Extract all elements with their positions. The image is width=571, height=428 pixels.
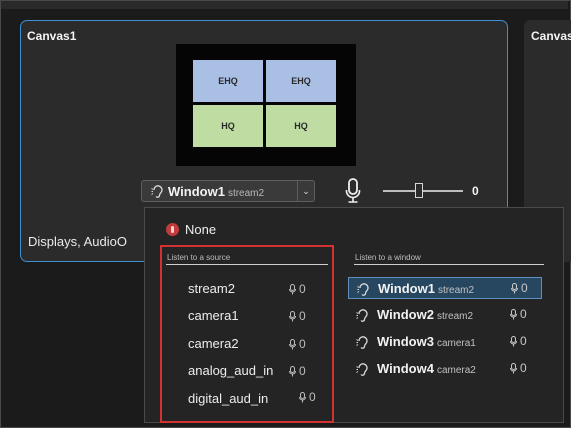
window-stream: camera1 (436, 338, 476, 349)
window-item-selected[interactable]: Window1 stream2 0 (348, 277, 542, 299)
canvas-title: Canvas1 (27, 29, 77, 43)
preview-cell: HQ (193, 105, 263, 147)
layout-preview[interactable]: EHQ EHQ HQ HQ (176, 44, 356, 166)
top-bar (1, 1, 568, 9)
window-name: Window4 (377, 361, 434, 376)
window-name: Window3 (377, 334, 434, 349)
chevron-down-icon[interactable]: ⌄ (297, 180, 315, 202)
microphone-icon[interactable] (345, 178, 361, 204)
window-volume-value: 0 (521, 281, 528, 295)
window-item[interactable]: Window2 stream2 0 (348, 304, 542, 326)
ear-icon (151, 185, 163, 198)
canvas-title: Canvas2 (531, 29, 571, 43)
selector-stream-name: stream2 (227, 188, 265, 199)
selector-label: Window1 stream2 (150, 184, 264, 199)
microphone-icon (510, 335, 517, 346)
window-volume-value: 0 (520, 334, 527, 348)
window-item-label: Window2 stream2 (377, 307, 473, 322)
microphone-icon (510, 362, 517, 373)
window-item-label: Window3 camera1 (377, 334, 476, 349)
ear-icon (356, 336, 368, 349)
window-item-label: Window4 camera2 (377, 361, 476, 376)
none-option[interactable]: None (166, 222, 216, 237)
canvas-description: Displays, AudioO (28, 234, 127, 249)
window-item-label: Window1 stream2 (378, 281, 474, 296)
slider-thumb[interactable] (415, 183, 423, 198)
window-stream: camera2 (436, 365, 476, 376)
window-volume: 0 (510, 334, 527, 348)
windows-header: Listen to a window (355, 253, 421, 262)
window-volume-value: 0 (520, 361, 527, 375)
preview-cell: HQ (266, 105, 336, 147)
mute-icon (166, 223, 179, 236)
volume-value: 0 (472, 184, 479, 198)
window-audio-selector[interactable]: Window1 stream2 ⌄ (141, 180, 315, 202)
microphone-icon (511, 282, 518, 293)
none-label: None (185, 222, 217, 237)
divider (354, 264, 544, 265)
preview-cell: EHQ (193, 60, 263, 102)
microphone-icon (510, 308, 517, 319)
preview-cell: EHQ (266, 60, 336, 102)
window-name: Window1 (378, 281, 435, 296)
window-stream: stream2 (437, 285, 475, 296)
ear-icon (356, 363, 368, 376)
window-volume: 0 (510, 307, 527, 321)
ear-icon (357, 283, 369, 296)
sources-highlight-box (160, 245, 334, 423)
slider-track (383, 190, 463, 192)
ear-icon (356, 309, 368, 322)
volume-slider[interactable] (383, 181, 463, 201)
window-volume-value: 0 (520, 307, 527, 321)
window-item[interactable]: Window4 camera2 0 (348, 358, 542, 380)
selector-window-name: Window1 (168, 184, 225, 199)
window-name: Window2 (377, 307, 434, 322)
window-stream: stream2 (436, 311, 474, 322)
window-item[interactable]: Window3 camera1 0 (348, 331, 542, 353)
window-volume: 0 (511, 281, 528, 295)
window-volume: 0 (510, 361, 527, 375)
